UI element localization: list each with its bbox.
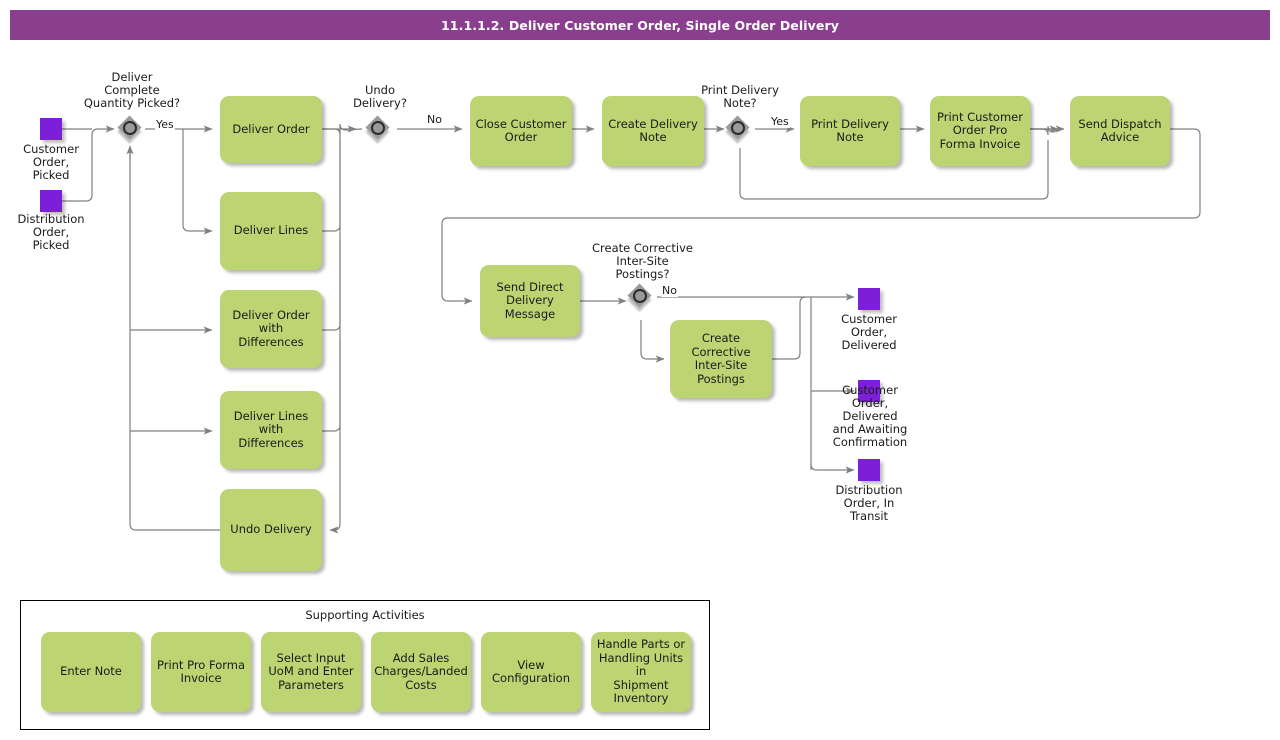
start-event-customer-order-picked-label: Customer Order, Picked: [23, 142, 79, 182]
task-close-customer-order[interactable]: Close Customer Order: [470, 96, 572, 166]
page-title: 11.1.1.2. Deliver Customer Order, Single…: [441, 17, 839, 33]
supporting-task-print-pro-forma-invoice-label: Print Pro Forma Invoice: [156, 657, 246, 685]
supporting-task-select-input-uom-and-enter-parameters-label: Select Input UoM and Enter Parameters: [268, 650, 354, 692]
task-deliver-order-with-differences[interactable]: Deliver Order with Differences: [220, 290, 322, 368]
task-create-corrective-inter-site-postings[interactable]: Create Corrective Inter-Site Postings: [670, 320, 772, 398]
task-deliver-order-with-differences-label: Deliver Order with Differences: [232, 307, 310, 349]
diagram-title-bar: 11.1.1.2. Deliver Customer Order, Single…: [10, 10, 1270, 40]
gateway-print-delivery-note[interactable]: [725, 115, 754, 144]
supporting-task-enter-note-label: Enter Note: [60, 664, 122, 679]
gateway-circle-icon: [122, 120, 137, 135]
end-event-distribution-order-in-transit-label: Distribution Order, In Transit: [835, 483, 903, 523]
edge-label-yes-deliver-complete: Yes: [155, 118, 175, 131]
start-event-distribution-order-picked-label: Distribution Order, Picked: [17, 212, 85, 252]
task-create-delivery-note-label: Create Delivery Note: [608, 116, 698, 144]
task-send-direct-delivery-message-label: Send Direct Delivery Message: [496, 279, 564, 321]
gateway-undo-delivery-label: Undo Delivery?: [353, 83, 407, 110]
supporting-task-view-configuration-label: View Configuration: [492, 657, 570, 685]
task-send-dispatch-advice[interactable]: Send Dispatch Advice: [1070, 96, 1170, 166]
gateway-create-corrective-inter-site-postings[interactable]: [627, 283, 656, 312]
gateway-create-corrective-inter-site-postings-label: Create Corrective Inter-Site Postings?: [592, 241, 693, 281]
start-event-customer-order-picked[interactable]: [40, 118, 62, 140]
supporting-task-add-sales-charges-landed-costs[interactable]: Add Sales Charges/Landed Costs: [371, 632, 471, 712]
task-print-delivery-note[interactable]: Print Delivery Note: [800, 96, 900, 166]
task-deliver-order-label: Deliver Order: [232, 121, 310, 136]
end-event-customer-order-delivered-label: Customer Order, Delivered: [841, 312, 897, 352]
task-print-customer-order-pro-forma-invoice-label: Print Customer Order Pro Forma Invoice: [937, 109, 1023, 151]
supporting-task-enter-note[interactable]: Enter Note: [41, 632, 141, 712]
process-diagram-canvas: 11.1.1.2. Deliver Customer Order, Single…: [0, 0, 1280, 740]
supporting-task-view-configuration[interactable]: View Configuration: [481, 632, 581, 712]
task-undo-delivery-label: Undo Delivery: [230, 522, 312, 537]
end-event-customer-order-delivered[interactable]: [858, 288, 880, 310]
gateway-print-delivery-note-label: Print Delivery Note?: [701, 83, 779, 110]
task-send-dispatch-advice-label: Send Dispatch Advice: [1078, 116, 1162, 144]
supporting-activities-row: Enter Note Print Pro Forma Invoice Select…: [41, 632, 691, 712]
task-deliver-lines-with-differences-label: Deliver Lines with Differences: [233, 408, 309, 450]
task-create-corrective-inter-site-postings-label: Create Corrective Inter-Site Postings: [691, 331, 751, 386]
task-create-delivery-note[interactable]: Create Delivery Note: [602, 96, 704, 166]
end-event-distribution-order-in-transit[interactable]: [858, 459, 880, 481]
task-deliver-lines-label: Deliver Lines: [233, 223, 309, 238]
gateway-undo-delivery[interactable]: [365, 115, 394, 144]
edge-label-yes-print-delivery-note: Yes: [770, 115, 790, 128]
task-print-delivery-note-label: Print Delivery Note: [811, 116, 889, 144]
gateway-circle-icon: [632, 288, 647, 303]
gateway-circle-icon: [730, 120, 745, 135]
supporting-activities-panel: Supporting Activities Enter Note Print P…: [20, 600, 710, 730]
task-undo-delivery[interactable]: Undo Delivery: [220, 489, 322, 571]
edge-label-no-undo-delivery: No: [426, 113, 443, 126]
supporting-task-handle-parts-or-handling-units-in-shipment-inventory-label: Handle Parts or Handling Units in Shipment…: [596, 637, 686, 706]
end-event-customer-order-delivered-awaiting-confirmation-label: Customer Order, Delivered and Awaiting Confi…: [832, 383, 908, 449]
task-deliver-order[interactable]: Deliver Order: [220, 96, 322, 163]
task-send-direct-delivery-message[interactable]: Send Direct Delivery Message: [480, 265, 580, 337]
gateway-circle-icon: [370, 120, 385, 135]
supporting-task-print-pro-forma-invoice[interactable]: Print Pro Forma Invoice: [151, 632, 251, 712]
task-close-customer-order-label: Close Customer Order: [475, 116, 567, 144]
task-deliver-lines-with-differences[interactable]: Deliver Lines with Differences: [220, 391, 322, 469]
supporting-activities-title: Supporting Activities: [305, 608, 425, 622]
start-event-distribution-order-picked[interactable]: [40, 190, 62, 212]
task-deliver-lines[interactable]: Deliver Lines: [220, 192, 322, 270]
supporting-task-handle-parts-or-handling-units-in-shipment-inventory[interactable]: Handle Parts or Handling Units in Shipment…: [591, 632, 691, 712]
gateway-deliver-complete-quantity-picked-label: Deliver Complete Quantity Picked?: [83, 70, 181, 110]
supporting-task-select-input-uom-and-enter-parameters[interactable]: Select Input UoM and Enter Parameters: [261, 632, 361, 712]
task-print-customer-order-pro-forma-invoice[interactable]: Print Customer Order Pro Forma Invoice: [930, 96, 1030, 166]
gateway-deliver-complete-quantity-picked[interactable]: [117, 115, 146, 144]
edge-label-no-create-corrective: No: [661, 284, 678, 297]
supporting-task-add-sales-charges-landed-costs-label: Add Sales Charges/Landed Costs: [374, 650, 468, 692]
